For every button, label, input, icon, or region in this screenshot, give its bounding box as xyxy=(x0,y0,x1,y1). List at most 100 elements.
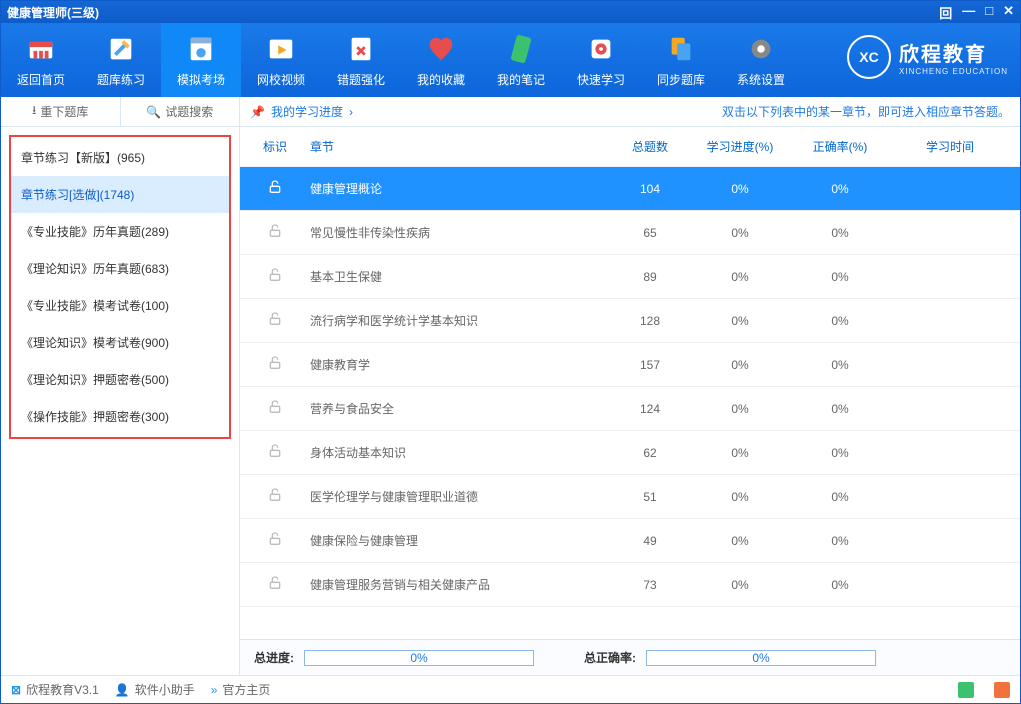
sidebar-item[interactable]: 《专业技能》模考试卷(100) xyxy=(11,287,229,324)
toolbar-home-button[interactable]: 返回首页 xyxy=(1,23,81,97)
toolbar-sim-button[interactable]: 模拟考场 xyxy=(161,23,241,97)
chapter-name: 身体活动基本知识 xyxy=(300,444,610,461)
sidebar-item[interactable]: 《理论知识》模考试卷(900) xyxy=(11,324,229,361)
table-row[interactable]: 健康保险与健康管理490%0% xyxy=(240,519,1020,563)
window-title: 健康管理师(三级) xyxy=(7,4,939,21)
col-chapter: 章节 xyxy=(300,138,610,155)
accuracy-value: 0% xyxy=(790,446,890,460)
progress-value: 0% xyxy=(690,446,790,460)
col-time: 学习时间 xyxy=(890,138,1010,155)
progress-value: 0% xyxy=(690,534,790,548)
sim-icon xyxy=(185,33,217,65)
progress-value: 0% xyxy=(690,270,790,284)
progress-value: 0% xyxy=(690,226,790,240)
table-row[interactable]: 健康教育学1570%0% xyxy=(240,343,1020,387)
brand-cn: 欣程教育 xyxy=(899,38,1008,67)
search-questions-button[interactable]: 🔍 试题搜索 xyxy=(120,97,240,126)
helper-icon: 👤 xyxy=(115,683,130,697)
accuracy-value: 0% xyxy=(790,534,890,548)
share-icon[interactable] xyxy=(994,682,1010,698)
sidebar-item[interactable]: 《专业技能》历年真题(289) xyxy=(11,213,229,250)
lock-icon xyxy=(250,355,300,374)
chapter-name: 营养与食品安全 xyxy=(300,400,610,417)
sidebar: ⭳ 重下题库 🔍 试题搜索 章节练习【新版】(965)章节练习[选做](1748… xyxy=(1,97,240,675)
progress-value: 0% xyxy=(690,314,790,328)
total-progress-label: 总进度: xyxy=(254,649,294,666)
table-row[interactable]: 基本卫生保健890%0% xyxy=(240,255,1020,299)
settings-icon xyxy=(745,33,777,65)
table-row[interactable]: 营养与食品安全1240%0% xyxy=(240,387,1020,431)
col-lock: 标识 xyxy=(250,138,300,155)
accuracy-value: 0% xyxy=(790,226,890,240)
sidebar-item[interactable]: 《操作技能》押题密卷(300) xyxy=(11,398,229,435)
brand-logo: XC 欣程教育 XINCHENG EDUCATION xyxy=(847,35,1008,79)
table-row[interactable]: 常见慢性非传染性疾病650%0% xyxy=(240,211,1020,255)
homepage-link[interactable]: » 官方主页 xyxy=(211,681,271,698)
progress-value: 0% xyxy=(690,402,790,416)
sidebar-item[interactable]: 章节练习【新版】(965) xyxy=(11,139,229,176)
table-header: 标识 章节 总题数 学习进度(%) 正确率(%) 学习时间 xyxy=(240,127,1020,167)
lock-icon xyxy=(250,399,300,418)
total-accuracy-label: 总正确率: xyxy=(584,649,636,666)
my-progress-button[interactable]: 📌 我的学习进度 › xyxy=(250,103,353,120)
table-row[interactable]: 健康管理服务营销与相关健康产品730%0% xyxy=(240,563,1020,607)
toolbar-fav-button[interactable]: 我的收藏 xyxy=(401,23,481,97)
sidebar-item[interactable]: 章节练习[选做](1748) xyxy=(11,176,229,213)
video-icon xyxy=(265,33,297,65)
toolbar-notes-button[interactable]: 我的笔记 xyxy=(481,23,561,97)
chapter-name: 常见慢性非传染性疾病 xyxy=(300,224,610,241)
total-progress-bar: 0% xyxy=(304,650,534,666)
accuracy-value: 0% xyxy=(790,314,890,328)
toolbar-video-button[interactable]: 网校视频 xyxy=(241,23,321,97)
toolbar-bank-button[interactable]: 题库练习 xyxy=(81,23,161,97)
quick-icon xyxy=(585,33,617,65)
table-row[interactable]: 流行病学和医学统计学基本知识1280%0% xyxy=(240,299,1020,343)
toolbar-settings-button[interactable]: 系统设置 xyxy=(721,23,801,97)
question-count: 73 xyxy=(610,578,690,592)
sidebar-list: 章节练习【新版】(965)章节练习[选做](1748)《专业技能》历年真题(28… xyxy=(9,135,231,439)
minimize-icon[interactable]: — xyxy=(962,3,975,22)
home-icon xyxy=(25,33,57,65)
chevron-right-icon: » xyxy=(211,683,218,697)
progress-value: 0% xyxy=(690,490,790,504)
maximize-icon[interactable]: □ xyxy=(985,3,993,22)
table-row[interactable]: 身体活动基本知识620%0% xyxy=(240,431,1020,475)
close-icon[interactable]: ✕ xyxy=(1003,3,1014,22)
accuracy-value: 0% xyxy=(790,270,890,284)
chapter-name: 健康保险与健康管理 xyxy=(300,532,610,549)
toolbar-sync-button[interactable]: 同步题库 xyxy=(641,23,721,97)
sync-icon xyxy=(665,33,697,65)
fav-icon xyxy=(425,33,457,65)
chapter-name: 健康管理服务营销与相关健康产品 xyxy=(300,576,610,593)
question-count: 104 xyxy=(610,182,690,196)
main-toolbar: 返回首页题库练习模拟考场网校视频错题强化我的收藏我的笔记快速学习同步题库系统设置… xyxy=(1,23,1020,97)
sidebar-item[interactable]: 《理论知识》历年真题(683) xyxy=(11,250,229,287)
sidebar-item[interactable]: 《理论知识》押题密卷(500) xyxy=(11,361,229,398)
toolbar-wrong-button[interactable]: 错题强化 xyxy=(321,23,401,97)
redownload-bank-button[interactable]: ⭳ 重下题库 xyxy=(1,97,120,126)
lock-icon xyxy=(250,179,300,198)
progress-value: 0% xyxy=(690,578,790,592)
lock-icon xyxy=(250,487,300,506)
wrong-icon xyxy=(345,33,377,65)
lock-icon xyxy=(250,531,300,550)
question-count: 62 xyxy=(610,446,690,460)
bank-icon xyxy=(105,33,137,65)
table-row[interactable]: 医学伦理学与健康管理职业道德510%0% xyxy=(240,475,1020,519)
toolbar-quick-button[interactable]: 快速学习 xyxy=(561,23,641,97)
col-progress: 学习进度(%) xyxy=(690,138,790,155)
table-row[interactable]: 健康管理概论1040%0% xyxy=(240,167,1020,211)
lock-icon xyxy=(250,223,300,242)
download-icon: ⭳ xyxy=(32,101,36,122)
maximize-alt-icon[interactable]: 回 xyxy=(939,3,952,22)
question-count: 51 xyxy=(610,490,690,504)
question-count: 124 xyxy=(610,402,690,416)
helper-link[interactable]: 👤 软件小助手 xyxy=(115,681,195,698)
lock-icon xyxy=(250,311,300,330)
accuracy-value: 0% xyxy=(790,578,890,592)
status-bar: ⊠ 欣程教育V3.1 👤 软件小助手 » 官方主页 xyxy=(1,675,1020,703)
stats-icon[interactable] xyxy=(958,682,974,698)
progress-footer: 总进度: 0% 总正确率: 0% xyxy=(240,639,1020,675)
notes-icon xyxy=(505,33,537,65)
app-version[interactable]: ⊠ 欣程教育V3.1 xyxy=(11,681,99,698)
